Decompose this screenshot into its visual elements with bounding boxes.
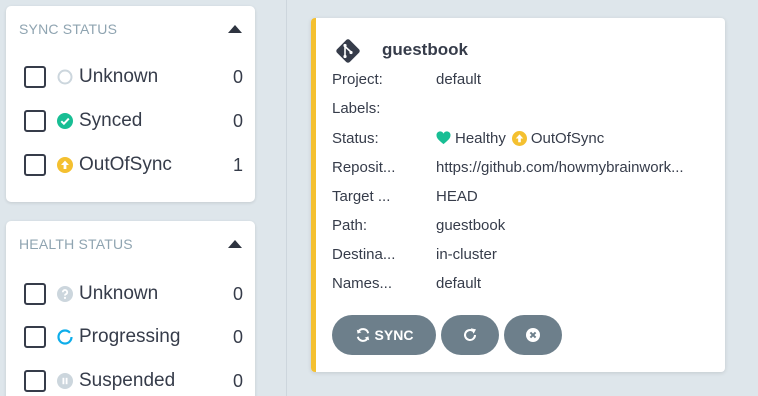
git-diamond-icon bbox=[333, 36, 363, 66]
filter-label: Suspended bbox=[79, 370, 176, 391]
sync-status-header: SYNC STATUS bbox=[19, 21, 118, 37]
arrow-up-circle-icon bbox=[57, 157, 73, 173]
filter-label: Synced bbox=[79, 110, 143, 131]
field-key: Project: bbox=[332, 70, 383, 88]
checkbox[interactable] bbox=[24, 326, 46, 348]
filter-label: OutOfSync bbox=[79, 154, 172, 175]
field-repository: Reposit... https://github.com/howmybrain… bbox=[332, 157, 712, 177]
field-value: https://github.com/howmybrainwork... bbox=[436, 158, 684, 176]
filter-label: Unknown bbox=[79, 283, 159, 304]
filter-count: 0 bbox=[232, 66, 243, 87]
refresh-button[interactable] bbox=[441, 315, 499, 355]
field-value: HEAD bbox=[436, 187, 478, 205]
sync-arrows-icon bbox=[355, 327, 371, 343]
filter-count: 0 bbox=[232, 326, 243, 347]
arrow-up-circle-icon bbox=[511, 130, 527, 146]
filter-count: 0 bbox=[232, 110, 243, 131]
field-key: Labels: bbox=[332, 99, 381, 117]
filter-label: Unknown bbox=[79, 66, 159, 87]
field-key: Reposit... bbox=[332, 158, 396, 176]
field-value: default bbox=[436, 274, 482, 292]
status-value: Healthy OutOfSync bbox=[436, 130, 712, 147]
field-key: Path: bbox=[332, 216, 368, 234]
collapse-caret-icon[interactable] bbox=[228, 25, 242, 33]
sync-status-filter: SYNC STATUS Unknown 0 Synced 0 OutOfSync… bbox=[6, 6, 255, 202]
checkbox[interactable] bbox=[24, 370, 46, 392]
checkbox[interactable] bbox=[24, 110, 46, 132]
field-key: Status: bbox=[332, 129, 379, 147]
application-tile[interactable]: guestbook Project: default Labels: Statu… bbox=[311, 18, 725, 372]
health-status-filter: HEALTH STATUS Unknown 0 Progressing 0 Su… bbox=[6, 221, 255, 396]
field-labels: Labels: bbox=[332, 98, 712, 118]
filter-row-suspended[interactable]: Suspended 0 bbox=[24, 368, 245, 394]
app-name[interactable]: guestbook bbox=[382, 40, 468, 60]
field-path: Path: guestbook bbox=[332, 215, 712, 235]
field-project: Project: default bbox=[332, 69, 712, 89]
sync-status-text: OutOfSync bbox=[530, 129, 605, 147]
collapse-caret-icon[interactable] bbox=[228, 240, 242, 248]
field-namespace: Names... default bbox=[332, 273, 712, 293]
filter-row-health-unknown[interactable]: Unknown 0 bbox=[24, 281, 245, 307]
filter-row-sync-unknown[interactable]: Unknown 0 bbox=[24, 64, 245, 90]
check-circle-icon bbox=[57, 113, 73, 129]
close-circle-icon bbox=[525, 327, 541, 343]
field-status: Status: Healthy OutOfSync bbox=[332, 128, 712, 148]
filter-row-progressing[interactable]: Progressing 0 bbox=[24, 324, 245, 350]
health-status-header: HEALTH STATUS bbox=[19, 236, 133, 252]
sync-status-accent bbox=[311, 18, 316, 372]
progress-circle-icon bbox=[57, 329, 73, 345]
filter-row-out-of-sync[interactable]: OutOfSync 1 bbox=[24, 152, 245, 178]
refresh-icon bbox=[462, 327, 478, 343]
pause-circle-icon bbox=[57, 373, 73, 389]
checkbox[interactable] bbox=[24, 154, 46, 176]
field-key: Names... bbox=[332, 274, 393, 292]
heart-icon bbox=[436, 131, 451, 145]
field-value: default bbox=[436, 70, 482, 88]
checkbox[interactable] bbox=[24, 283, 46, 305]
sync-button[interactable]: SYNC bbox=[332, 315, 436, 355]
field-key: Destina... bbox=[332, 245, 396, 263]
field-key: Target ... bbox=[332, 187, 391, 205]
filter-count: 0 bbox=[232, 283, 243, 304]
question-circle-icon bbox=[57, 286, 73, 302]
unknown-circle-icon bbox=[57, 69, 73, 85]
sync-button-label: SYNC bbox=[374, 327, 414, 343]
filter-row-synced[interactable]: Synced 0 bbox=[24, 108, 245, 134]
delete-button[interactable] bbox=[504, 315, 562, 355]
field-value: guestbook bbox=[436, 216, 506, 234]
filter-label: Progressing bbox=[79, 326, 181, 347]
checkbox[interactable] bbox=[24, 66, 46, 88]
health-status-text: Healthy bbox=[455, 129, 506, 147]
sidebar-divider bbox=[286, 0, 287, 396]
field-value: in-cluster bbox=[436, 245, 497, 263]
field-target-revision: Target ... HEAD bbox=[332, 186, 712, 206]
filter-count: 1 bbox=[232, 154, 243, 175]
field-destination: Destina... in-cluster bbox=[332, 244, 712, 264]
filter-count: 0 bbox=[232, 370, 243, 391]
